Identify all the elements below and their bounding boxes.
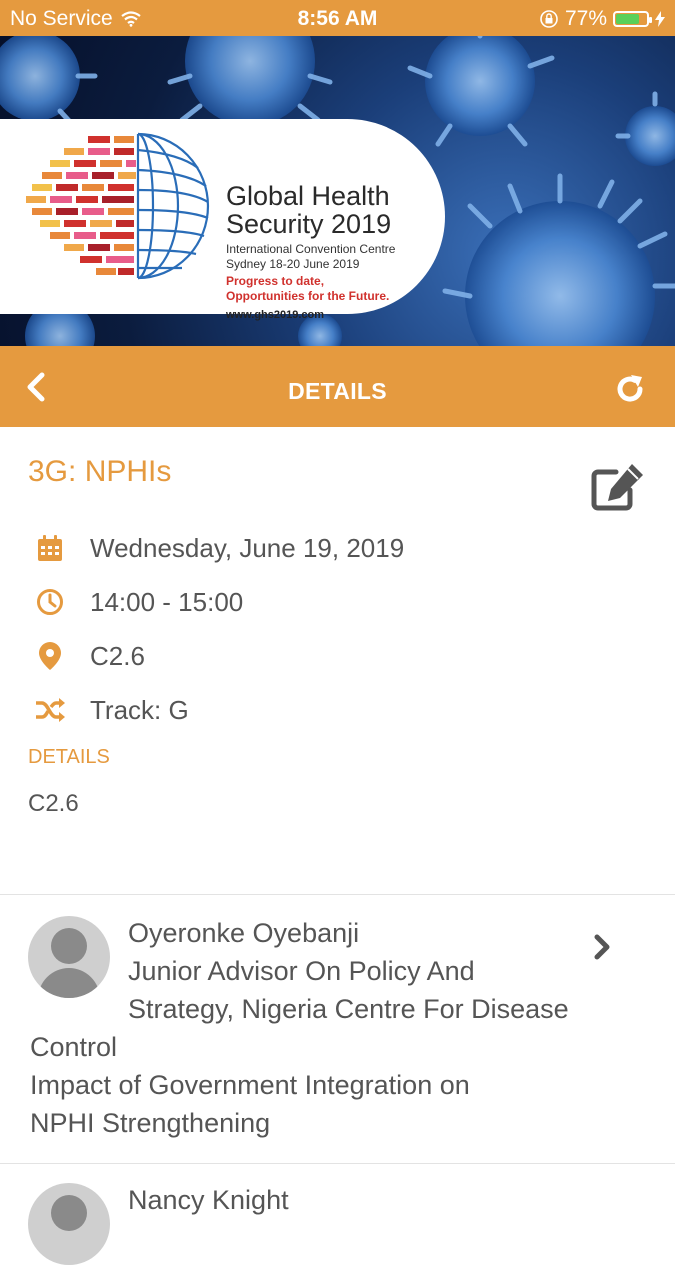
session-location: C2.6: [90, 640, 145, 671]
map-pin-icon: [32, 638, 68, 674]
speaker-role-line3: Control: [30, 1032, 118, 1062]
speaker-role-line1: Junior Advisor On Policy And: [128, 956, 475, 986]
edit-button[interactable]: [590, 462, 646, 512]
refresh-button[interactable]: [613, 372, 647, 406]
battery-percent: 77%: [564, 7, 607, 30]
speaker-list-item[interactable]: Nancy Knight: [0, 1165, 675, 1265]
session-date: Wednesday, June 19, 2019: [90, 532, 405, 563]
speaker-name: Nancy Knight: [128, 1185, 289, 1215]
status-bar: No Service 8:56 AM 77%: [0, 0, 675, 36]
section-divider: [0, 894, 675, 895]
list-divider: [0, 1163, 675, 1164]
location-row: C2.6: [32, 636, 145, 676]
track-row: Track: G: [32, 690, 189, 730]
conference-banner: Global Health Security 2019 Internationa…: [0, 36, 675, 346]
refresh-icon: [617, 375, 643, 402]
session-title: 3G: NPHIs: [28, 455, 172, 488]
nav-bar: DETAILS: [0, 346, 675, 427]
edit-note-icon: [591, 464, 643, 511]
banner-url: www.ghs2019.com: [226, 309, 325, 321]
battery-icon: [613, 11, 652, 27]
speaker-avatar: [28, 1183, 110, 1265]
speaker-role-line2: Strategy, Nigeria Centre For Disease: [128, 994, 569, 1024]
speaker-avatar: [28, 916, 110, 998]
session-track: Track: G: [90, 694, 189, 725]
banner-title-line1: Global Health: [226, 181, 390, 211]
details-section-label: DETAILS: [28, 746, 110, 768]
banner-tagline-line1: Progress to date,: [226, 274, 325, 288]
details-section-value: C2.6: [28, 790, 79, 817]
status-right: 77%: [539, 7, 665, 31]
speaker-name: Oyeronke Oyebanji: [128, 918, 360, 948]
speaker-talk-line2: NPHI Strengthening: [30, 1108, 271, 1138]
banner-title-line2: Security 2019: [226, 209, 392, 239]
nav-title: DETAILS: [288, 378, 387, 404]
time-row: 14:00 - 15:00: [32, 582, 243, 622]
chevron-right-icon: [594, 934, 610, 960]
clock-icon: [32, 584, 68, 620]
date-row: Wednesday, June 19, 2019: [32, 528, 404, 568]
shuffle-icon: [32, 692, 68, 728]
speaker-talk-line1: Impact of Government Integration on: [30, 1070, 470, 1100]
banner-venue: International Convention Centre: [226, 242, 396, 256]
orientation-lock-icon: [540, 10, 558, 28]
calendar-icon: [32, 530, 68, 566]
battery-fill: [616, 14, 639, 24]
banner-tagline-line2: Opportunities for the Future.: [226, 289, 390, 303]
banner-location-dates: Sydney 18-20 June 2019: [226, 257, 360, 271]
speaker-list-item[interactable]: Oyeronke Oyebanji Junior Advisor On Poli…: [0, 896, 675, 1164]
ghs-globe-logo: [26, 132, 210, 280]
charging-bolt-icon: [655, 11, 665, 27]
session-time: 14:00 - 15:00: [90, 586, 244, 617]
